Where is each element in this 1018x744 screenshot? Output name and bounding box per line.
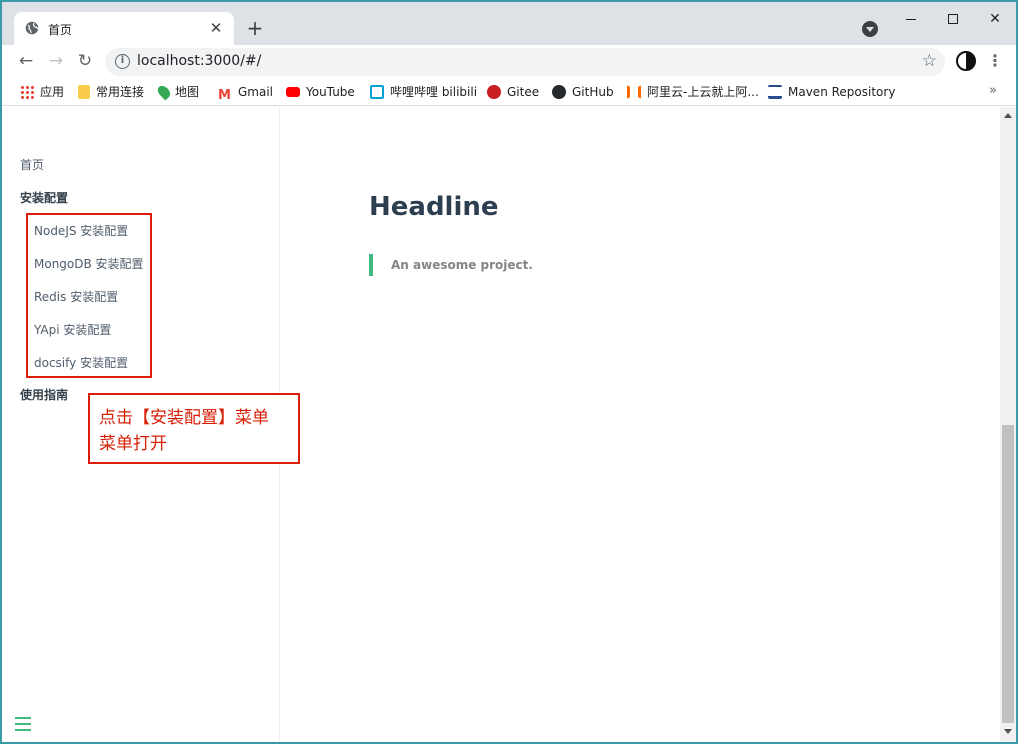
close-window-button[interactable]: ✕	[972, 2, 1016, 36]
sidebar-group-install[interactable]: 安装配置	[20, 189, 68, 206]
bookmarks-bar: 应用 常用连接 地图 M Gmail YouTube 哔哩哔哩 bilibili …	[2, 78, 1016, 106]
bookmark-item[interactable]: 应用	[20, 83, 64, 101]
bookmark-item[interactable]: Gitee	[487, 83, 539, 101]
maps-pin-icon	[155, 83, 173, 101]
bookmark-star-icon[interactable]: ☆	[922, 51, 937, 71]
annotation-highlight-box	[26, 213, 152, 378]
site-info-icon[interactable]: i	[115, 54, 130, 69]
kebab-menu-icon[interactable]: ⋮	[987, 49, 1003, 73]
page-viewport: 首页 安装配置 NodeJS 安装配置 MongoDB 安装配置 Redis 安…	[2, 107, 1000, 742]
sidebar-group-guide[interactable]: 使用指南	[20, 386, 68, 403]
bookmark-item[interactable]: 常用连接	[78, 83, 144, 101]
blockquote-text: An awesome project.	[391, 258, 533, 272]
globe-icon	[25, 21, 39, 35]
scroll-up-icon[interactable]	[1004, 113, 1012, 118]
sidebar-item-home[interactable]: 首页	[20, 156, 44, 173]
address-bar[interactable]: i localhost:3000/#/ ☆	[105, 48, 945, 76]
tab-title: 首页	[48, 23, 73, 37]
bookmark-item[interactable]: GitHub	[552, 83, 614, 101]
bookmark-item[interactable]: 哔哩哔哩 bilibili	[370, 83, 477, 101]
callout-line-2: 菜单打开	[99, 434, 167, 454]
new-tab-button[interactable]: +	[244, 17, 266, 39]
bookmarks-overflow-button[interactable]: »	[989, 83, 997, 98]
forward-arrow-icon[interactable]: →	[44, 49, 68, 73]
reload-icon[interactable]: ↻	[73, 49, 97, 73]
back-arrow-icon[interactable]: ←	[14, 49, 38, 73]
main-content: Headline An awesome project.	[281, 107, 1000, 742]
url-text[interactable]: localhost:3000/#/	[137, 53, 261, 69]
aliyun-icon	[627, 85, 641, 99]
gmail-icon: M	[218, 88, 231, 103]
tab-close-icon[interactable]: ✕	[206, 18, 226, 38]
sidebar-toggle-icon[interactable]	[15, 717, 31, 731]
annotation-callout: 点击【安装配置】菜单 菜单打开	[88, 393, 300, 464]
minimize-button[interactable]	[888, 2, 934, 36]
bookmark-item[interactable]: Maven Repository	[768, 83, 895, 101]
apps-grid-icon	[20, 85, 34, 99]
maven-icon	[768, 85, 782, 99]
bookmark-item[interactable]: M Gmail	[218, 83, 273, 103]
bilibili-icon	[370, 85, 384, 99]
blockquote-bar	[369, 254, 373, 276]
maximize-button[interactable]	[930, 2, 976, 36]
scrollbar-thumb[interactable]	[1002, 425, 1014, 723]
bookmark-item[interactable]: 阿里云-上云就上阿...	[627, 83, 759, 101]
github-icon	[552, 85, 566, 99]
youtube-icon	[286, 87, 300, 97]
scroll-down-icon[interactable]	[1004, 729, 1012, 734]
tab-search-icon[interactable]	[862, 21, 878, 37]
page-title: Headline	[369, 192, 499, 222]
profile-avatar[interactable]	[956, 51, 976, 71]
tab-strip: 首页 ✕ + ✕	[2, 2, 1016, 45]
tab-home[interactable]: 首页 ✕	[14, 12, 234, 45]
bookmark-item[interactable]: 地图	[155, 83, 199, 101]
browser-window: 首页 ✕ + ✕ ← → ↻ i localhost:3000/#/ ☆ ⋮ 应…	[0, 0, 1018, 744]
browser-toolbar: ← → ↻ i localhost:3000/#/ ☆ ⋮	[2, 45, 1016, 78]
page-scrollbar[interactable]	[1000, 107, 1016, 742]
folder-icon	[78, 85, 90, 99]
bookmark-item[interactable]: YouTube	[286, 83, 355, 101]
gitee-icon	[487, 85, 501, 99]
callout-line-1: 点击【安装配置】菜单	[99, 408, 269, 428]
